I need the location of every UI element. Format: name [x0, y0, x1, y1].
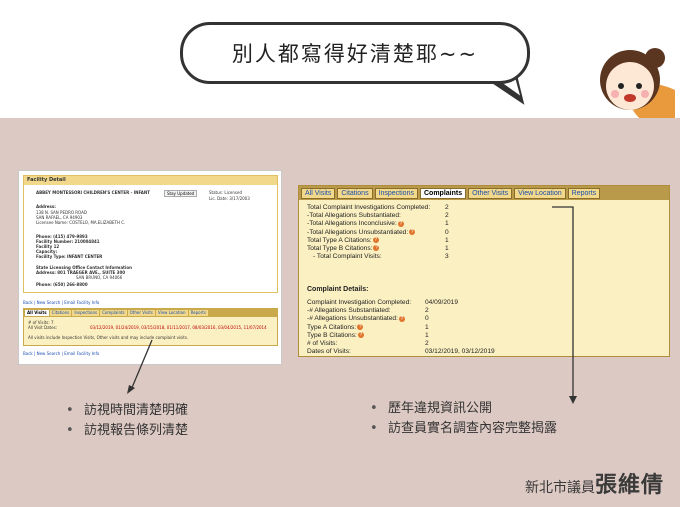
facility-detail-panel: Facility Detail ABBEY MONTESSORI CHILDRE… [23, 175, 278, 293]
complaint-summary: Total Complaint Investigations Completed… [307, 204, 667, 261]
summary-row: Total Complaint Investigations Completed… [307, 204, 667, 212]
office-address-line-2: SAN BRUNO, CA 94066 [76, 275, 123, 280]
detail-row: Type B Citations:? 1 [307, 332, 667, 340]
detail-value: 2 [425, 339, 429, 347]
summary-label: Total Type B Citations: [307, 244, 373, 252]
mini-nav-links-bottom[interactable]: Back | New Search | Email Facility Info [23, 351, 99, 356]
detail-label: Type A Citations: [307, 323, 357, 331]
mini-nav-links-top[interactable]: Back | New Search | Email Facility Info [23, 300, 99, 305]
tab-reports[interactable]: Reports [567, 188, 601, 199]
info-icon[interactable]: ? [372, 237, 379, 243]
bullet-item: 歷年違規資訊公開 [370, 399, 557, 419]
summary-value: 3 [445, 253, 449, 261]
summary-row: - Total Complaint Visits: 3 [307, 253, 667, 261]
info-icon[interactable]: ? [357, 323, 364, 330]
detail-value: 2 [425, 307, 429, 315]
bullet-item: 訪視報告條列清楚 [66, 421, 188, 441]
tab-inspections[interactable]: Inspections [374, 188, 418, 199]
mini-tab-bar: All Visits Citations Inspections Complai… [24, 309, 277, 317]
tab-citations[interactable]: Citations [337, 188, 373, 199]
detail-value: 0 [425, 315, 429, 323]
bullets-right: 歷年違規資訊公開 訪查員實名調查內容完整揭露 [370, 399, 557, 439]
mini-tab-complaints[interactable]: Complaints [100, 310, 127, 316]
summary-label: -Total Allegations Inconclusive: [307, 220, 397, 228]
detail-row: -# Allegations Unsubstantiated:? 0 [307, 315, 667, 323]
detail-value: 1 [425, 323, 429, 331]
info-icon[interactable]: ? [409, 228, 416, 235]
detail-label: # of Visits: [307, 339, 338, 347]
detail-row: Type A Citations:? 1 [307, 324, 667, 332]
detail-value: 03/12/2019, 03/12/2019 [425, 348, 495, 356]
summary-value: 2 [445, 212, 449, 220]
complaints-screenshot: All Visits Citations Inspections Complai… [298, 185, 670, 357]
detail-value: 1 [425, 331, 429, 339]
speech-bubble-text: 別人都寫得好清楚耶~~ [231, 42, 479, 66]
detail-row: Dates of Visits: 03/12/2019, 03/12/2019 [307, 348, 667, 356]
summary-value: 0 [445, 228, 449, 236]
detail-label: Dates of Visits: [307, 348, 351, 356]
mini-visits-panel: All Visits Citations Inspections Complai… [23, 308, 278, 346]
signature-name: 張維倩 [594, 473, 664, 498]
mini-tab-citations[interactable]: Citations [49, 310, 72, 316]
summary-row: Total Type B Citations:? 1 [307, 245, 667, 253]
summary-value: 1 [445, 244, 449, 252]
facility-detail-title: Facility Detail [24, 176, 277, 185]
detail-value: 04/09/2019 [425, 299, 459, 306]
summary-label: - Total Complaint Visits: [313, 253, 382, 261]
girl-character-illustration [600, 48, 675, 130]
detail-label: -# Allegations Unsubstantiated: [307, 315, 398, 323]
info-icon[interactable]: ? [398, 315, 405, 322]
summary-value: 1 [445, 236, 449, 244]
mini-tab-all-visits[interactable]: All Visits [25, 310, 49, 316]
summary-row: -Total Allegations Unsubstantiated:? 0 [307, 229, 667, 237]
info-icon[interactable]: ? [373, 245, 380, 252]
office-phone-line: Phone: (650) 266-8800 [36, 282, 88, 287]
summary-value: 2 [445, 204, 449, 211]
tab-view-location[interactable]: View Location [514, 188, 566, 199]
signature-title: 新北市議員 [524, 480, 595, 496]
stay-updated-button[interactable]: Stay Updated [164, 190, 198, 197]
summary-label: Total Complaint Investigations Completed… [307, 204, 431, 211]
speech-bubble: 別人都寫得好清楚耶~~ [180, 22, 530, 84]
tab-all-visits[interactable]: All Visits [301, 188, 336, 199]
bullet-item: 訪查員實名調查內容完整揭露 [370, 419, 557, 439]
complaints-tab-bar: All Visits Citations Inspections Complai… [299, 186, 669, 200]
mini-tab-other-visits[interactable]: Other Visits [127, 310, 155, 316]
facility-type-line: Facility Type: INFANT CENTER [36, 254, 103, 259]
summary-label: Total Type A Citations: [307, 236, 372, 244]
tab-complaints[interactable]: Complaints [419, 188, 467, 199]
summary-value: 1 [445, 220, 449, 228]
complaint-details-title: Complaint Details: [307, 286, 369, 293]
mini-visits-note: All visits include Inspection Visits, Ot… [28, 335, 189, 340]
bullets-left: 訪視時間清楚明確 訪視報告條列清楚 [66, 401, 188, 441]
complaint-details: Complaint Investigation Completed: 04/09/… [307, 299, 667, 356]
detail-label: Complaint Investigation Completed: [307, 299, 412, 306]
info-icon[interactable]: ? [357, 332, 364, 338]
summary-label: -Total Allegations Unsubstantiated: [307, 228, 409, 236]
info-icon[interactable]: ? [397, 220, 404, 227]
mini-visit-dates-value: 03/12/2019, 01/24/2019, 03/15/2018, 01/1… [90, 325, 267, 330]
mini-visit-dates-label: All Visit Dates: [28, 325, 58, 330]
detail-row: # of Visits: 2 [307, 340, 667, 348]
detail-row: -# Allegations Substantiated: 2 [307, 307, 667, 315]
status-line: Status: Licensed [209, 190, 242, 195]
mini-tab-view-location[interactable]: View Location [155, 310, 188, 316]
bullet-item: 訪視時間清楚明確 [66, 401, 188, 421]
summary-row: Total Type A Citations:? 1 [307, 237, 667, 245]
detail-label: Type B Citations: [307, 331, 357, 339]
summary-row: -Total Allegations Inconclusive:? 1 [307, 220, 667, 228]
facility-name: ABBEY MONTESSORI CHILDREN'S CENTER - INF… [36, 190, 150, 195]
mini-tab-inspections[interactable]: Inspections [72, 310, 100, 316]
facility-detail-screenshot: Facility Detail ABBEY MONTESSORI CHILDRE… [18, 170, 282, 365]
licensee-line: Licensee Name: COSTELO, MA.ELIZABETH C. [36, 220, 126, 225]
summary-label: -Total Allegations Substantiated: [307, 212, 401, 220]
mini-tab-reports[interactable]: Reports [188, 310, 208, 316]
tab-other-visits[interactable]: Other Visits [468, 188, 513, 199]
detail-row: Complaint Investigation Completed: 04/09/… [307, 299, 667, 307]
summary-row: -Total Allegations Substantiated: 2 [307, 212, 667, 220]
signature: 新北市議員張維倩 [525, 467, 664, 499]
lic-date-line: Lic. Date: 3/17/2003 [209, 196, 250, 201]
address-label: Address: [36, 204, 56, 209]
detail-label: -# Allegations Substantiated: [307, 307, 391, 315]
